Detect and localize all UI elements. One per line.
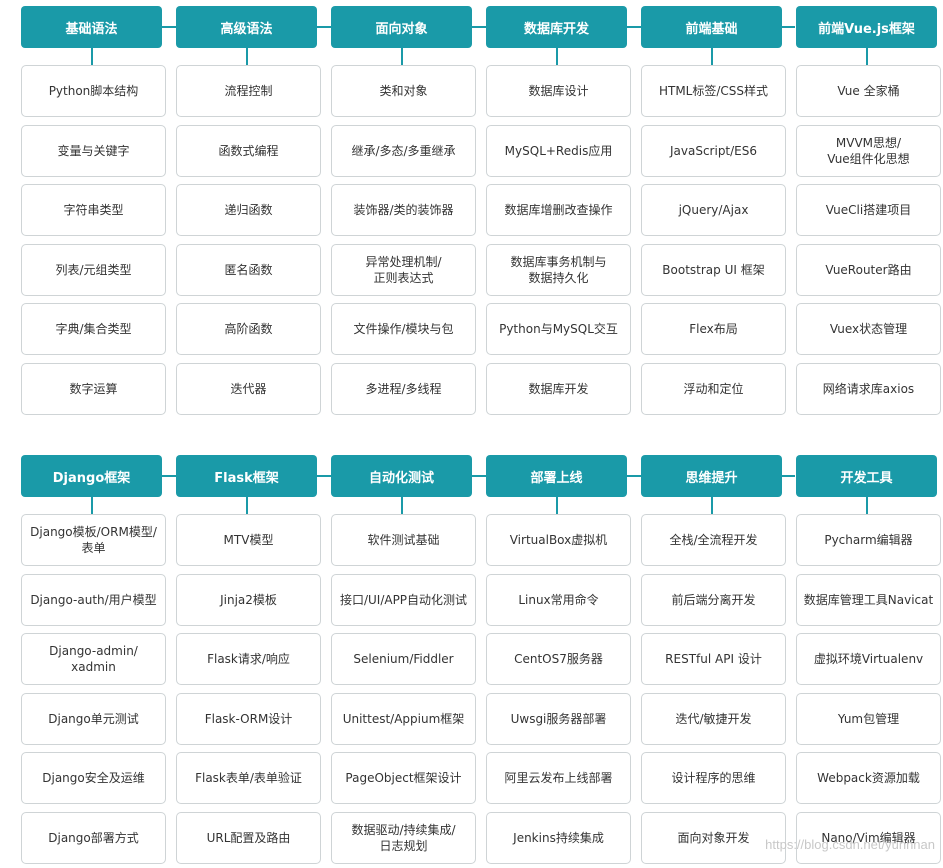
connector-vertical	[246, 48, 248, 65]
topic-box: MTV模型	[176, 514, 321, 566]
topic-box: Bootstrap UI 框架	[641, 244, 786, 296]
topic-box: HTML标签/CSS样式	[641, 65, 786, 117]
topic-box: 文件操作/模块与包	[331, 303, 476, 355]
connector-vertical	[711, 497, 713, 514]
connector-vertical	[866, 48, 868, 65]
topic-box: Linux常用命令	[486, 574, 631, 626]
topic-box: 软件测试基础	[331, 514, 476, 566]
topic-box: 设计程序的思维	[641, 752, 786, 804]
topic-box: 迭代/敏捷开发	[641, 693, 786, 745]
topic-box: 全栈/全流程开发	[641, 514, 786, 566]
topic-box: Selenium/Fiddler	[331, 633, 476, 685]
topic-box: Django-auth/用户模型	[21, 574, 166, 626]
column-header: 面向对象	[331, 6, 472, 48]
topic-box: VueRouter路由	[796, 244, 941, 296]
topic-box: 装饰器/类的装饰器	[331, 184, 476, 236]
topic-box: 迭代器	[176, 363, 321, 415]
column-header: 开发工具	[796, 455, 937, 497]
topic-box: Jenkins持续集成	[486, 812, 631, 864]
topic-box: 函数式编程	[176, 125, 321, 177]
topic-box: Flask-ORM设计	[176, 693, 321, 745]
topic-box: VirtualBox虚拟机	[486, 514, 631, 566]
topic-box: MySQL+Redis应用	[486, 125, 631, 177]
topic-box: Webpack资源加载	[796, 752, 941, 804]
topic-box: 变量与关键字	[21, 125, 166, 177]
column-header: 基础语法	[21, 6, 162, 48]
topic-box: 字典/集合类型	[21, 303, 166, 355]
connector-vertical	[401, 48, 403, 65]
topic-box: Python与MySQL交互	[486, 303, 631, 355]
topic-box: Django模板/ORM模型/ 表单	[21, 514, 166, 566]
column-header: 思维提升	[641, 455, 782, 497]
topic-box: Vuex状态管理	[796, 303, 941, 355]
topic-box: 数据库管理工具Navicat	[796, 574, 941, 626]
column-header: Django框架	[21, 455, 162, 497]
topic-box: Django部署方式	[21, 812, 166, 864]
topic-box: 数字运算	[21, 363, 166, 415]
topic-box: 异常处理机制/ 正则表达式	[331, 244, 476, 296]
column-header: 前端基础	[641, 6, 782, 48]
topic-box: MVVM思想/ Vue组件化思想	[796, 125, 941, 177]
topic-box: CentOS7服务器	[486, 633, 631, 685]
column-header: 自动化测试	[331, 455, 472, 497]
topic-box: Pycharm编辑器	[796, 514, 941, 566]
topic-box: 网络请求库axios	[796, 363, 941, 415]
topic-box: 高阶函数	[176, 303, 321, 355]
column-header: 部署上线	[486, 455, 627, 497]
connector-vertical	[246, 497, 248, 514]
connector-vertical	[401, 497, 403, 514]
topic-box: PageObject框架设计	[331, 752, 476, 804]
topic-box: JavaScript/ES6	[641, 125, 786, 177]
topic-box: 多进程/多线程	[331, 363, 476, 415]
connector-vertical	[866, 497, 868, 514]
topic-box: 匿名函数	[176, 244, 321, 296]
connector-vertical	[556, 48, 558, 65]
topic-box: jQuery/Ajax	[641, 184, 786, 236]
topic-box: 接口/UI/APP自动化测试	[331, 574, 476, 626]
topic-box: Uwsgi服务器部署	[486, 693, 631, 745]
topic-box: 字符串类型	[21, 184, 166, 236]
topic-box: 流程控制	[176, 65, 321, 117]
topic-box: Flask表单/表单验证	[176, 752, 321, 804]
topic-box: 数据库开发	[486, 363, 631, 415]
connector-vertical	[91, 48, 93, 65]
connector-vertical	[91, 497, 93, 514]
connector-vertical	[711, 48, 713, 65]
column-header: 高级语法	[176, 6, 317, 48]
topic-box: Jinja2模板	[176, 574, 321, 626]
topic-box: 前后端分离开发	[641, 574, 786, 626]
topic-box: 阿里云发布上线部署	[486, 752, 631, 804]
column-header: 数据库开发	[486, 6, 627, 48]
topic-box: 列表/元组类型	[21, 244, 166, 296]
topic-box: RESTful API 设计	[641, 633, 786, 685]
column-header: Flask框架	[176, 455, 317, 497]
topic-box: 数据库事务机制与 数据持久化	[486, 244, 631, 296]
topic-box: 浮动和定位	[641, 363, 786, 415]
topic-box: 数据库增删改查操作	[486, 184, 631, 236]
topic-box: Flex布局	[641, 303, 786, 355]
topic-box: Django-admin/ xadmin	[21, 633, 166, 685]
topic-box: Django安全及运维	[21, 752, 166, 804]
watermark-text: https://blog.csdn.net/yunhnan	[765, 837, 935, 852]
topic-box: Vue 全家桶	[796, 65, 941, 117]
topic-box: Unittest/Appium框架	[331, 693, 476, 745]
topic-box: 类和对象	[331, 65, 476, 117]
topic-box: 数据库设计	[486, 65, 631, 117]
connector-vertical	[556, 497, 558, 514]
topic-box: 递归函数	[176, 184, 321, 236]
topic-box: 数据驱动/持续集成/ 日志规划	[331, 812, 476, 864]
column-header: 前端Vue.js框架	[796, 6, 937, 48]
topic-box: Django单元测试	[21, 693, 166, 745]
topic-box: 虚拟环境Virtualenv	[796, 633, 941, 685]
topic-box: Yum包管理	[796, 693, 941, 745]
topic-box: VueCli搭建项目	[796, 184, 941, 236]
topic-box: 继承/多态/多重继承	[331, 125, 476, 177]
topic-box: URL配置及路由	[176, 812, 321, 864]
topic-box: Flask请求/响应	[176, 633, 321, 685]
topic-box: Python脚本结构	[21, 65, 166, 117]
